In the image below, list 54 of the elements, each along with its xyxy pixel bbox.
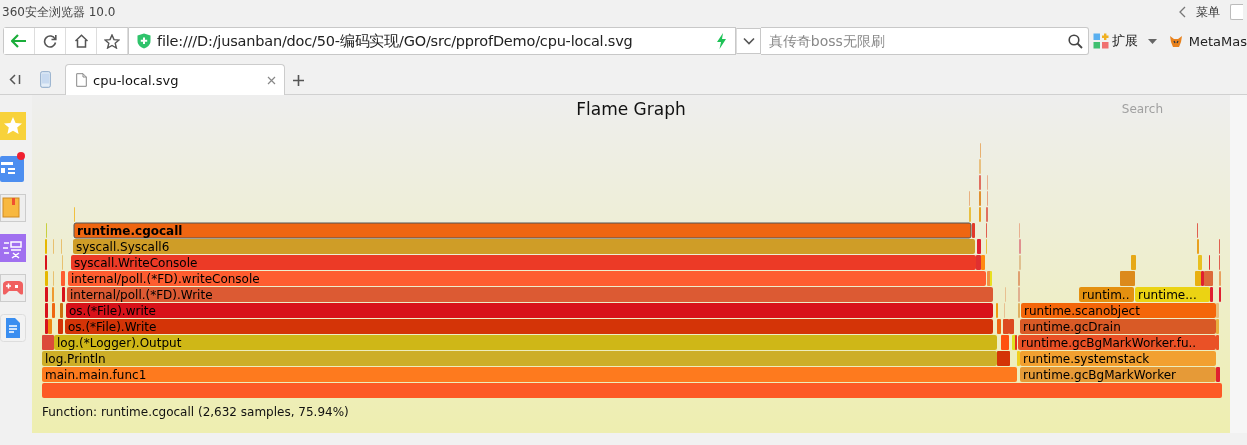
document-icon — [76, 73, 87, 87]
flame-frame[interactable]: syscall.Syscall6 — [73, 239, 975, 254]
narrow-frame[interactable] — [58, 319, 63, 334]
flame-frame[interactable]: runtime.gcBgMarkWorker — [1020, 367, 1216, 382]
flame-frame[interactable]: runtim.. — [1079, 287, 1134, 302]
flame-frame[interactable]: main.main.func1 — [42, 367, 1017, 382]
extension-button[interactable]: MetaMas — [1160, 33, 1247, 49]
refresh-icon — [43, 34, 57, 48]
shield-icon — [137, 33, 151, 49]
flame-frame[interactable]: syscall.WriteConsole — [71, 255, 976, 270]
narrow-frame[interactable] — [1003, 319, 1009, 334]
flame-frame[interactable]: runtime... — [1135, 287, 1210, 302]
flame-frame[interactable]: runtime.cgocall — [73, 222, 972, 239]
narrow-frame[interactable] — [60, 303, 63, 318]
book-icon[interactable] — [0, 194, 26, 222]
star-icon — [104, 33, 120, 49]
close-icon[interactable] — [267, 75, 276, 85]
home-icon — [73, 34, 89, 48]
lightning-icon[interactable] — [716, 33, 728, 49]
flame-frame[interactable]: os.(*File).Write — [65, 319, 993, 334]
news-icon[interactable] — [0, 152, 26, 182]
back-arrow-icon — [11, 34, 27, 48]
flame-frame[interactable]: runtime.gcBgMarkWorker.fu.. — [1018, 335, 1216, 350]
flame-frame[interactable]: log.Println — [42, 351, 997, 366]
dropdown-button[interactable] — [736, 28, 761, 54]
root-frame[interactable] — [42, 383, 1222, 398]
grid-plus-icon — [1092, 33, 1109, 49]
flame-frame[interactable]: runtime.gcDrain — [1020, 319, 1216, 334]
flame-frame[interactable]: log.(*Logger).Output — [54, 335, 997, 350]
search-icon[interactable] — [1067, 34, 1083, 49]
function-details: Function: runtime.cgocall (2,632 samples, 75.94%) — [41, 404, 350, 419]
document-icon[interactable] — [0, 314, 26, 342]
window-title: 360安全浏览器 10.0 — [2, 3, 117, 21]
chevron-left-icon[interactable] — [1179, 6, 1186, 18]
chevron-down-icon — [742, 37, 755, 45]
gamepad-icon[interactable] — [0, 274, 26, 302]
fox-icon — [1168, 34, 1183, 48]
phone-icon[interactable] — [40, 71, 51, 88]
extensions-button[interactable]: 扩展 — [1092, 32, 1138, 50]
flame-frame[interactable]: runtime.scanobject — [1021, 303, 1216, 318]
flame-frame[interactable]: os.(*File).write — [66, 303, 993, 318]
caret-icon[interactable] — [1147, 38, 1157, 44]
browser-tab[interactable]: cpu-local.svg — [65, 64, 285, 95]
narrow-frame[interactable] — [1009, 319, 1014, 334]
search-field[interactable]: 真传奇boss无限刷 — [760, 27, 1089, 55]
flame-frame[interactable]: runtime.systemstack — [1020, 351, 1216, 366]
flame-frame[interactable]: internal/poll.(*FD).writeConsole — [68, 271, 986, 286]
graph-title: Flame Graph — [576, 99, 686, 119]
flame-frame[interactable]: internal/poll.(*FD).Write — [67, 287, 993, 302]
new-tab-icon[interactable] — [293, 75, 304, 86]
comic-icon[interactable] — [0, 234, 26, 262]
collapse-icon — [9, 73, 21, 85]
tab-title: cpu-local.svg — [93, 72, 180, 88]
menu-label[interactable]: 菜单 — [1196, 3, 1220, 21]
